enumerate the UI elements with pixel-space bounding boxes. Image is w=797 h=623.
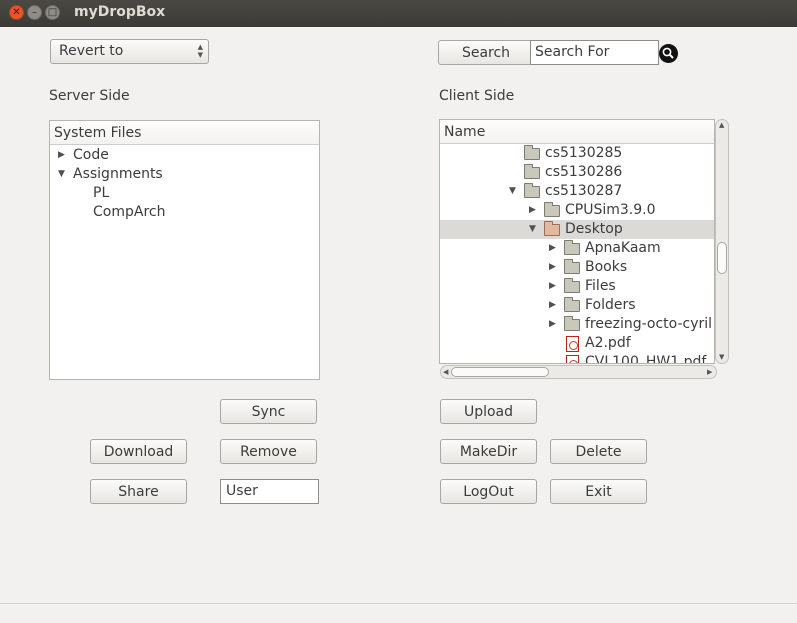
search-icon[interactable] xyxy=(659,44,678,63)
client-row[interactable]: ▼ cs5130287 xyxy=(440,182,714,201)
vertical-scroll-thumb[interactable] xyxy=(717,242,727,274)
title-bar: ✕ – □ myDropBox xyxy=(0,0,797,27)
revert-select[interactable]: Revert to ▲ ▼ xyxy=(50,39,209,64)
expand-arrow-icon[interactable]: ▶ xyxy=(549,296,556,315)
client-row[interactable]: cs5130285 xyxy=(440,144,714,163)
client-row[interactable]: cs5130286 xyxy=(440,163,714,182)
tree-item-label: Desktop xyxy=(565,221,623,237)
tree-item-label: freezing-octo-cyril xyxy=(585,316,713,332)
folder-icon xyxy=(524,145,540,160)
client-row[interactable]: ▶ freezing-octo-cyril xyxy=(440,315,714,334)
expand-arrow-icon[interactable]: ▶ xyxy=(549,258,556,277)
scroll-down-icon[interactable]: ▼ xyxy=(719,353,724,361)
expand-arrow-icon[interactable]: ▶ xyxy=(58,146,65,165)
client-row[interactable]: CVL100_HW1.pdf xyxy=(440,353,714,364)
combo-arrows-icon: ▲ ▼ xyxy=(197,43,203,59)
server-row-comparch[interactable]: CompArch xyxy=(50,203,319,222)
tree-item-label: Files xyxy=(585,278,616,294)
maximize-icon[interactable]: □ xyxy=(45,5,60,20)
tree-item-label: CVL100_HW1.pdf xyxy=(585,354,707,364)
makedir-button[interactable]: MakeDir xyxy=(440,439,537,464)
share-button[interactable]: Share xyxy=(90,479,187,504)
server-side-label: Server Side xyxy=(49,88,130,104)
horizontal-scroll-thumb[interactable] xyxy=(451,367,549,377)
download-button[interactable]: Download xyxy=(90,439,187,464)
horizontal-scrollbar[interactable]: ◀ ▶ xyxy=(440,365,717,379)
tree-item-label: Assignments xyxy=(73,166,163,182)
tree-item-label: ApnaKaam xyxy=(585,240,661,256)
server-row-pl[interactable]: PL xyxy=(50,184,319,203)
server-row-assignments[interactable]: ▼ Assignments xyxy=(50,165,319,184)
client-row[interactable]: ▶ Files xyxy=(440,277,714,296)
logout-button[interactable]: LogOut xyxy=(440,479,537,504)
expand-arrow-icon[interactable]: ▶ xyxy=(529,201,536,220)
minimize-icon[interactable]: – xyxy=(27,5,42,20)
scroll-up-icon[interactable]: ▲ xyxy=(719,121,724,129)
upload-button[interactable]: Upload xyxy=(440,399,537,424)
folder-icon xyxy=(564,240,580,255)
expand-arrow-icon[interactable]: ▶ xyxy=(549,277,556,296)
client-row[interactable]: ▶ CPUSim3.9.0 xyxy=(440,201,714,220)
share-user-input[interactable]: User xyxy=(220,479,319,504)
folder-icon xyxy=(524,164,540,179)
collapse-arrow-icon[interactable]: ▼ xyxy=(58,165,65,184)
pdf-icon xyxy=(566,355,579,363)
scroll-left-icon[interactable]: ◀ xyxy=(443,368,448,376)
exit-button[interactable]: Exit xyxy=(550,479,647,504)
close-icon[interactable]: ✕ xyxy=(9,5,24,20)
client-row[interactable]: ▶ ApnaKaam xyxy=(440,239,714,258)
client-tree[interactable]: Name cs5130285 cs5130286 ▼ cs5130287 ▶ C… xyxy=(439,119,715,364)
folder-icon xyxy=(564,259,580,274)
sync-button[interactable]: Sync xyxy=(220,399,317,424)
folder-icon xyxy=(564,278,580,293)
server-tree-header[interactable]: System Files xyxy=(50,121,319,145)
tree-item-label: CompArch xyxy=(93,204,166,220)
vertical-scrollbar[interactable]: ▲ ▼ xyxy=(715,119,729,364)
scroll-right-icon[interactable]: ▶ xyxy=(707,368,712,376)
expand-arrow-icon[interactable]: ▶ xyxy=(549,315,556,334)
tree-item-label: Code xyxy=(73,147,109,163)
folder-icon xyxy=(524,183,540,198)
tree-item-label: cs5130287 xyxy=(545,183,623,199)
delete-button[interactable]: Delete xyxy=(550,439,647,464)
remove-button[interactable]: Remove xyxy=(220,439,317,464)
client-side-label: Client Side xyxy=(439,88,515,104)
server-tree[interactable]: System Files ▶ Code ▼ Assignments PL Com… xyxy=(49,120,320,380)
folder-open-icon xyxy=(544,221,560,236)
pdf-icon xyxy=(566,336,579,352)
tree-item-label: Books xyxy=(585,259,628,275)
status-bar xyxy=(0,603,797,623)
revert-select-value: Revert to xyxy=(59,43,124,59)
expand-arrow-icon[interactable]: ▶ xyxy=(549,239,556,258)
client-tree-header[interactable]: Name xyxy=(440,120,714,144)
tree-item-label: CPUSim3.9.0 xyxy=(565,202,656,218)
client-row-selected[interactable]: ▼ Desktop xyxy=(440,220,714,239)
tree-item-label: A2.pdf xyxy=(585,335,631,351)
folder-icon xyxy=(564,316,580,331)
client-row[interactable]: ▶ Books xyxy=(440,258,714,277)
tree-item-label: PL xyxy=(93,185,110,201)
collapse-arrow-icon[interactable]: ▼ xyxy=(529,220,536,239)
collapse-arrow-icon[interactable]: ▼ xyxy=(509,182,516,201)
folder-icon xyxy=(564,297,580,312)
tree-item-label: cs5130285 xyxy=(545,145,623,161)
search-input[interactable]: Search For xyxy=(530,40,659,65)
client-row[interactable]: ▶ Folders xyxy=(440,296,714,315)
folder-icon xyxy=(544,202,560,217)
window-title: myDropBox xyxy=(74,4,166,20)
tree-item-label: Folders xyxy=(585,297,636,313)
server-row-code[interactable]: ▶ Code xyxy=(50,146,319,165)
search-button[interactable]: Search xyxy=(438,40,534,65)
tree-item-label: cs5130286 xyxy=(545,164,623,180)
client-row[interactable]: A2.pdf xyxy=(440,334,714,353)
